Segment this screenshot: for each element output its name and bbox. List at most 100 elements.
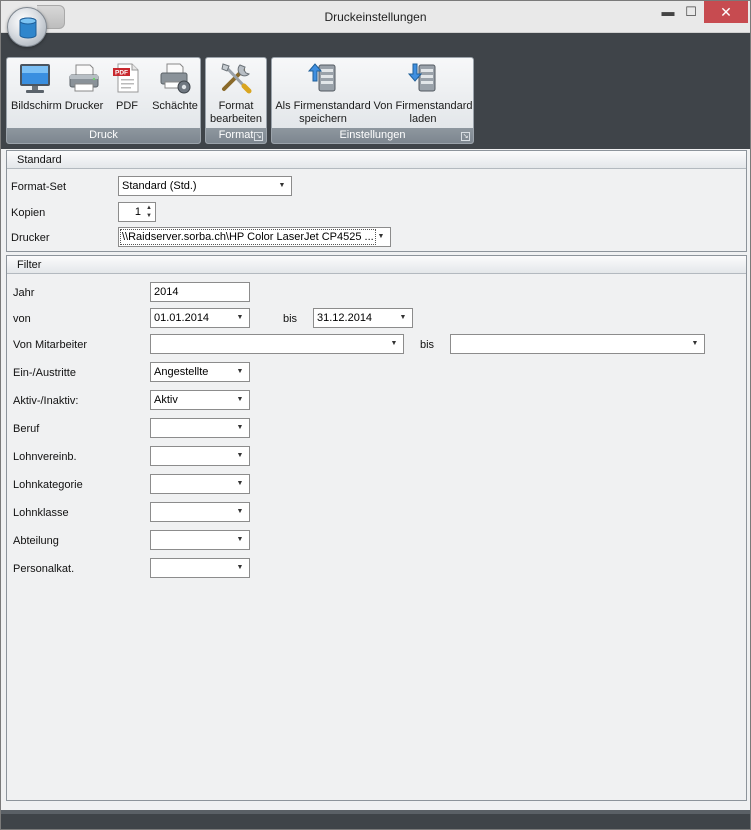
standard-section: Standard Format-Set Standard (Std.) ▼ Ko… [6,150,747,252]
drucker-field-label: Drucker [11,232,50,244]
lohnkategorie-label: Lohnkategorie [13,479,83,491]
tools-icon [221,63,252,94]
bildschirm-label: Bildschirm [11,100,62,112]
load-company-default-button[interactable]: Von Firmenstandard laden [373,61,473,127]
aktiv-label: Aktiv-/Inaktiv: [13,395,79,407]
minimize-icon: ▬ [661,4,675,19]
schaechte-button[interactable]: Schächte [149,61,201,127]
save-company-default-button[interactable]: Als Firmenstandard speichern [274,61,372,127]
lohnklasse-dropdown[interactable]: ▼ [150,502,250,522]
bildschirm-button[interactable]: Bildschirm [11,61,62,127]
format-set-value: Standard (Std.) [122,180,197,192]
status-bar [1,802,750,829]
lohnkategorie-dropdown[interactable]: ▼ [150,474,250,494]
filter-section: Filter Jahr 2014 von 01.01.2014 ▼ bis 31… [6,255,747,801]
lohnvereinb-dropdown[interactable]: ▼ [150,446,250,466]
format-set-dropdown[interactable]: Standard (Std.) ▼ [118,176,292,196]
database-upload-icon [307,63,336,92]
jahr-input[interactable]: 2014 [150,282,250,302]
format-bearbeiten-button[interactable]: Format bearbeiten [207,61,265,127]
pdf-label: PDF [116,100,138,112]
aktiv-dropdown[interactable]: Aktiv ▼ [150,390,250,410]
printer-icon [69,64,99,92]
chevron-down-icon: ▼ [236,564,244,571]
spin-down-icon: ▼ [146,213,152,219]
chevron-down-icon: ▼ [236,424,244,431]
schaechte-label: Schächte [152,100,198,112]
window-title: Druckeinstellungen [324,10,427,24]
monitor-icon [20,64,50,93]
ribbon-group-druck: Bildschirm Drucker PDF PDF Schächte Druc… [6,57,201,144]
save-company-default-line2: speichern [299,113,347,125]
bis-date-picker[interactable]: 31.12.2014 ▼ [313,308,413,328]
jahr-value: 2014 [154,286,179,298]
von-value: 01.01.2014 [154,312,210,324]
ein-austritte-value: Angestellte [154,366,209,378]
standard-section-header: Standard [7,151,746,169]
kopien-value: 1 [134,206,141,218]
einstellungen-group-caption: Einstellungen ↘ [272,128,473,143]
mitarbeiter-bis-label: bis [420,339,435,351]
application-menu-button[interactable] [7,7,47,47]
mitarbeiter-label: Von Mitarbeiter [13,339,87,351]
chevron-down-icon: ▼ [236,396,244,403]
ribbon-tab-strip [1,33,750,53]
filter-section-header: Filter [7,256,746,274]
von-date-picker[interactable]: 01.01.2014 ▼ [150,308,250,328]
save-company-default-line1: Als Firmenstandard [275,100,371,112]
load-company-default-label: Von Firmenstandard laden [373,100,473,126]
spin-arrows-icon[interactable]: ▲ ▼ [144,204,154,220]
aktiv-value: Aktiv [154,394,178,406]
close-button[interactable]: ✕ [704,1,748,23]
ribbon: Bildschirm Drucker PDF PDF Schächte Druc… [1,53,750,149]
abteilung-label: Abteilung [13,535,59,547]
beruf-dropdown[interactable]: ▼ [150,418,250,438]
chevron-down-icon: ▼ [236,480,244,487]
bis-value: 31.12.2014 [317,312,373,324]
jahr-label: Jahr [13,287,35,299]
title-bar: Druckeinstellungen ▬ ☐ ✕ [1,1,750,33]
lohnvereinb-label: Lohnvereinb. [13,451,77,463]
chevron-down-icon: ▼ [236,368,244,375]
chevron-down-icon: ▼ [236,508,244,515]
einstellungen-dialog-launcher-icon[interactable]: ↘ [461,132,470,141]
database-icon [19,17,37,39]
chevron-down-icon: ▼ [399,314,407,321]
chevron-down-icon: ▼ [390,340,398,347]
format-dialog-launcher-icon[interactable]: ↘ [254,132,263,141]
beruf-label: Beruf [13,423,40,435]
load-company-default-line1: Von Firmenstandard [373,100,473,112]
format-bearbeiten-line1: Format [218,100,254,112]
personalkat-label: Personalkat. [13,563,75,575]
kopien-label: Kopien [11,207,46,219]
pdf-button[interactable]: PDF PDF [108,61,146,127]
mitarbeiter-to-dropdown[interactable]: ▼ [450,334,705,354]
chevron-down-icon: ▼ [236,452,244,459]
ein-austritte-label: Ein-/Austritte [13,367,76,379]
kopien-stepper[interactable]: 1 ▲ ▼ [118,202,156,222]
save-company-default-label: Als Firmenstandard speichern [274,100,372,126]
database-download-icon [407,63,436,92]
abteilung-dropdown[interactable]: ▼ [150,530,250,550]
load-company-default-line2: laden [409,113,437,125]
chevron-down-icon: ▼ [377,233,385,240]
maximize-button[interactable]: ☐ [676,1,706,23]
drucker-label: Drucker [64,100,104,112]
ein-austritte-dropdown[interactable]: Angestellte ▼ [150,362,250,382]
printer-dropdown[interactable]: \\Raidserver.sorba.ch\HP Color LaserJet … [118,227,391,247]
format-bearbeiten-line2: bearbeiten [210,113,262,125]
format-group-caption-text: Format [218,129,254,141]
drucker-button[interactable]: Drucker [62,61,106,127]
printer-trays-icon [160,63,191,94]
lohnklasse-label: Lohnklasse [13,507,69,519]
focus-rectangle [120,229,376,245]
maximize-icon: ☐ [685,4,697,19]
druck-group-caption: Druck [7,128,200,143]
close-icon: ✕ [720,4,732,20]
personalkat-dropdown[interactable]: ▼ [150,558,250,578]
chevron-down-icon: ▼ [691,340,699,347]
pdf-icon-text: PDF [115,70,128,77]
mitarbeiter-from-dropdown[interactable]: ▼ [150,334,404,354]
ribbon-group-format: Format bearbeiten Format ↘ [205,57,267,144]
ribbon-group-einstellungen: Als Firmenstandard speichern Von Firmens… [271,57,474,144]
